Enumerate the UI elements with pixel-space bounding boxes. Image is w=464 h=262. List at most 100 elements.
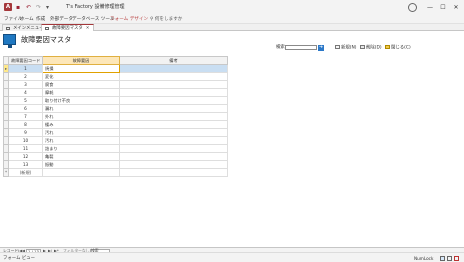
ribbon-tab-create[interactable]: 作成 [36, 16, 45, 23]
cell-note[interactable] [119, 168, 228, 177]
form-icon [45, 27, 49, 30]
delete-button[interactable]: 削除(D) [360, 44, 382, 51]
cell-cause[interactable]: 摩耗 [42, 88, 120, 97]
minimize-button[interactable]: — [425, 3, 435, 12]
close-window-button[interactable]: ✕ [451, 3, 461, 12]
cell-note[interactable] [119, 152, 228, 161]
ribbon-tab-external-data[interactable]: 外部データ [50, 16, 73, 23]
cell-code[interactable]: 12 [8, 152, 43, 161]
cell-code[interactable]: 1 [8, 64, 43, 73]
table-row[interactable]: 4 摩耗 [3, 88, 228, 97]
new-record-icon [335, 44, 340, 49]
column-header-note[interactable]: 備考 [119, 56, 228, 65]
document-tab-bar: メインメニュー✕ 故障要因マスタ✕ [0, 24, 464, 31]
ribbon-tab-form-design[interactable]: フォーム デザイン [110, 16, 148, 23]
cell-cause[interactable]: 腐食 [42, 80, 120, 89]
window-title: T's Factory 設備修理管理 [66, 4, 125, 10]
cell-cause[interactable]: 汚れ [42, 128, 120, 137]
tell-me-search[interactable]: ⚲ 何をしますか [150, 16, 182, 23]
cell-note[interactable] [119, 120, 228, 129]
cell-note[interactable] [119, 112, 228, 121]
cell-cause[interactable]: 変化 [42, 72, 120, 81]
ribbon-tab-home[interactable]: ホーム [20, 16, 34, 23]
table-row[interactable]: 5 取り付け不良 [3, 96, 228, 105]
cell-cause[interactable]: 汚れ [42, 136, 120, 145]
cell-note[interactable] [119, 88, 228, 97]
cell-cause[interactable]: 緩み [42, 120, 120, 129]
table-row[interactable]: 3 腐食 [3, 80, 228, 89]
cell-note[interactable] [119, 64, 228, 73]
new-button-label: 新規(N) [341, 45, 357, 50]
cell-note[interactable] [119, 72, 228, 81]
redo-icon[interactable]: ↷ [36, 4, 41, 11]
table-row[interactable]: 12 亀裂 [3, 152, 228, 161]
cell-note[interactable] [119, 128, 228, 137]
table-row[interactable]: 10 汚れ [3, 136, 228, 145]
undo-icon[interactable]: ↶ [26, 4, 31, 11]
cell-note[interactable] [119, 104, 228, 113]
customize-icon[interactable]: ▾ [46, 4, 49, 11]
cell-code[interactable]: 7 [8, 112, 43, 121]
form-view-icon[interactable] [440, 255, 445, 261]
cell-cause[interactable]: 焼損 [42, 64, 120, 73]
table-row[interactable]: 6 漏れ [3, 104, 228, 113]
cell-cause[interactable]: 漏れ [42, 104, 120, 113]
table-row[interactable]: 2 変化 [3, 72, 228, 81]
cell-cause[interactable]: 亀裂 [42, 152, 120, 161]
cell-note[interactable] [119, 160, 228, 169]
account-icon[interactable] [408, 3, 417, 12]
delete-icon [360, 44, 365, 49]
monitor-icon [3, 34, 16, 48]
cell-note[interactable] [119, 96, 228, 105]
table-row[interactable]: 11 詰まり [3, 144, 228, 153]
cell-code[interactable]: 8 [8, 120, 43, 129]
new-record-row[interactable]: * (新規) [3, 168, 228, 177]
design-view-icon[interactable] [454, 255, 459, 261]
cell-code[interactable]: 13 [8, 160, 43, 169]
new-button[interactable]: 新規(N) [335, 44, 357, 51]
close-form-button[interactable]: 閉じる(C) [385, 44, 411, 51]
form-title: 故障要因マスタ [21, 35, 72, 44]
cell-code[interactable]: 4 [8, 88, 43, 97]
access-app-icon: A [4, 3, 12, 11]
search-input[interactable] [285, 45, 317, 50]
save-icon[interactable]: ▪ [16, 4, 20, 11]
column-header-cause[interactable]: 故障要因 [42, 56, 120, 65]
cell-code[interactable]: 10 [8, 136, 43, 145]
table-row[interactable]: 7 外れ [3, 112, 228, 121]
table-row[interactable]: ▸ 1 焼損 [3, 64, 228, 73]
cell-cause[interactable]: 取り付け不良 [42, 96, 120, 105]
table-row[interactable]: 8 緩み [3, 120, 228, 129]
title-bar: A ▪ ↶ ↷ ▾ T's Factory 設備修理管理 — ☐ ✕ [0, 0, 464, 15]
cell-code[interactable]: 5 [8, 96, 43, 105]
cell-cause[interactable]: 振動 [42, 160, 120, 169]
status-bar: フォーム ビュー NumLock [0, 252, 464, 262]
ribbon-tab-database-tools[interactable]: データベース ツール [72, 16, 115, 23]
layout-view-icon[interactable] [447, 255, 452, 261]
column-header-code[interactable]: 故障要因コード [8, 56, 43, 65]
cell-code[interactable]: 2 [8, 72, 43, 81]
grid-body: ▸ 1 焼損 2 変化 3 腐食 4 摩耗 5 取り付け不良 6 漏れ 7 外れ 8 緩み 9 汚れ 10 汚れ 11 詰ま… [3, 64, 228, 177]
cell-code[interactable]: 3 [8, 80, 43, 89]
view-mode-label: フォーム ビュー [3, 255, 35, 261]
tab-failure-cause-master[interactable]: 故障要因マスタ ✕ [41, 24, 95, 31]
cell-note[interactable] [119, 144, 228, 153]
cell-note[interactable] [119, 80, 228, 89]
ribbon-tab-bar: ファイル ホーム 作成 外部データ データベース ツール フォーム デザイン ⚲… [0, 15, 464, 24]
cell-code[interactable]: 11 [8, 144, 43, 153]
table-row[interactable]: 9 汚れ [3, 128, 228, 137]
maximize-button[interactable]: ☐ [438, 3, 448, 12]
numlock-indicator: NumLock [414, 255, 434, 261]
cell-code[interactable]: 6 [8, 104, 43, 113]
search-go-button[interactable]: ➔ [318, 44, 324, 51]
new-record-label[interactable]: (新規) [8, 168, 43, 177]
form-icon [6, 27, 10, 30]
close-form-icon [385, 44, 390, 49]
cell-cause[interactable]: 外れ [42, 112, 120, 121]
table-row[interactable]: 13 振動 [3, 160, 228, 169]
cell-note[interactable] [119, 136, 228, 145]
form-body: 故障要因マスタ 検索 ➔ 新規(N) 削除(D) 閉じる(C) 故障要因コード … [0, 31, 464, 252]
cell-cause[interactable]: 詰まり [42, 144, 120, 153]
cell-code[interactable]: 9 [8, 128, 43, 137]
cell-cause[interactable] [42, 168, 120, 177]
